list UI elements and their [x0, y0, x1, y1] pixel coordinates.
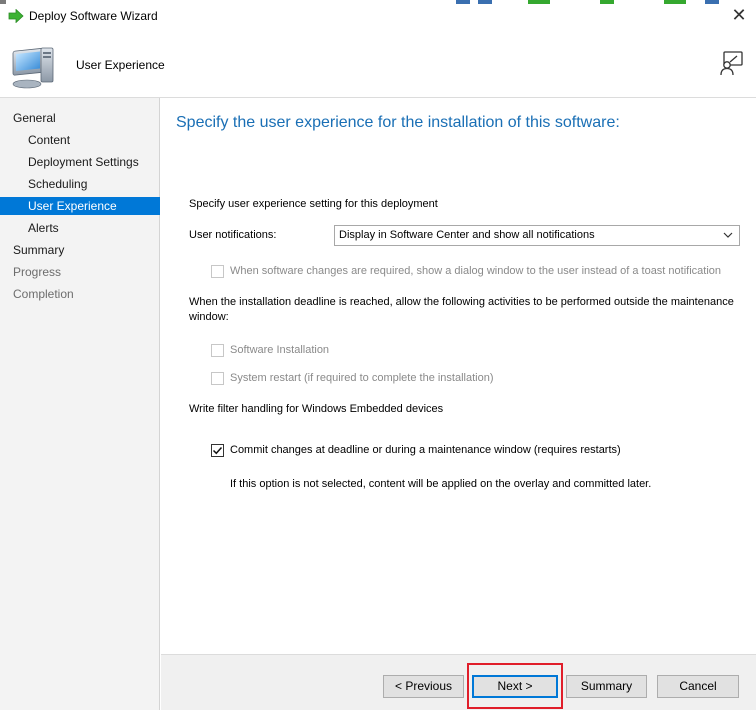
cancel-button[interactable]: Cancel: [657, 675, 739, 698]
background-window-strip: [0, 0, 756, 4]
computer-icon: [12, 47, 54, 89]
summary-button[interactable]: Summary: [566, 675, 647, 698]
deadline-text-line1: When the installation deadline is reache…: [189, 296, 734, 308]
wizard-nav-pane: General Content Deployment Settings Sche…: [0, 98, 160, 710]
window-title: Deploy Software Wizard: [29, 9, 158, 23]
chevron-down-icon: [723, 232, 733, 238]
commit-changes-checkbox[interactable]: [211, 444, 224, 457]
title-bar: Deploy Software Wizard ✕: [0, 0, 756, 32]
software-installation-label: Software Installation: [230, 344, 330, 356]
software-installation-checkbox: [211, 344, 224, 357]
close-icon[interactable]: ✕: [728, 4, 750, 26]
dialog-window-checkbox: [211, 265, 224, 278]
page-name: User Experience: [76, 58, 165, 72]
nav-item-user-experience[interactable]: User Experience: [0, 197, 160, 215]
nav-item-summary[interactable]: Summary: [0, 241, 160, 259]
nav-item-alerts[interactable]: Alerts: [0, 219, 160, 237]
wizard-footer: < Previous Next > Summary Cancel: [161, 654, 756, 710]
checkmark-icon: [212, 446, 223, 455]
user-notifications-dropdown[interactable]: Display in Software Center and show all …: [334, 225, 740, 246]
dialog-window-label: When software changes are required, show…: [230, 265, 722, 277]
user-notifications-label: User notifications:: [189, 229, 277, 241]
help-person-icon[interactable]: [718, 50, 744, 76]
nav-item-scheduling[interactable]: Scheduling: [0, 175, 160, 193]
system-restart-label: System restart (if required to complete …: [230, 372, 494, 384]
specify-label: Specify user experience setting for this…: [189, 198, 438, 210]
nav-item-general[interactable]: General: [0, 109, 160, 127]
write-filter-label: Write filter handling for Windows Embedd…: [189, 403, 444, 415]
nav-item-progress: Progress: [13, 265, 62, 279]
user-notifications-value: Display in Software Center and show all …: [339, 229, 595, 241]
commit-note: If this option is not selected, content …: [230, 478, 652, 490]
green-arrow-icon: [8, 9, 24, 23]
system-restart-checkbox: [211, 372, 224, 385]
deadline-text-line2: window:: [189, 311, 229, 323]
previous-button[interactable]: < Previous: [383, 675, 464, 698]
nav-item-completion: Completion: [13, 287, 74, 301]
next-button[interactable]: Next >: [472, 675, 558, 698]
commit-changes-label[interactable]: Commit changes at deadline or during a m…: [230, 444, 621, 456]
wizard-header: User Experience: [0, 32, 756, 98]
wizard-content: Specify the user experience for the inst…: [161, 98, 756, 654]
page-heading: Specify the user experience for the inst…: [176, 114, 620, 131]
nav-item-content[interactable]: Content: [0, 131, 160, 149]
nav-item-deployment-settings[interactable]: Deployment Settings: [0, 153, 160, 171]
